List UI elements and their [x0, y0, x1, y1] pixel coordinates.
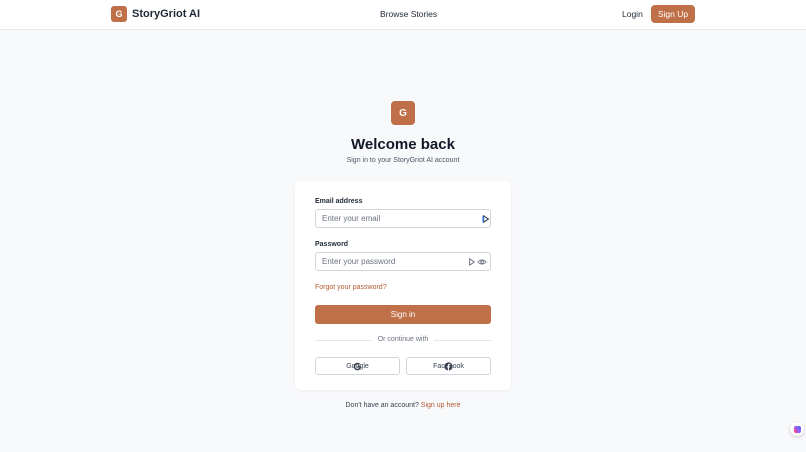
signup-button[interactable]: Sign Up	[651, 5, 695, 23]
facebook-button[interactable]: Facebook	[406, 357, 491, 375]
divider-text: Or continue with	[377, 336, 429, 343]
google-icon	[353, 362, 362, 371]
signin-button[interactable]: Sign in	[315, 305, 491, 324]
facebook-icon	[444, 361, 453, 371]
nav-browse-stories[interactable]: Browse Stories	[380, 9, 437, 19]
forgot-password-link[interactable]: Forgot your password?	[315, 284, 387, 291]
email-field[interactable]: Enter your email	[315, 209, 491, 228]
brand-logo: G	[111, 6, 127, 22]
email-placeholder: Enter your email	[322, 214, 381, 223]
hero-logo: G	[391, 101, 415, 125]
brand[interactable]: G StoryGriot AI	[111, 6, 200, 22]
no-account-text: Don't have an account?	[345, 402, 419, 409]
eye-icon[interactable]	[477, 258, 487, 266]
google-button[interactable]: Google	[315, 357, 400, 375]
password-label: Password	[315, 241, 349, 248]
signup-here-link[interactable]: Sign up here	[421, 402, 461, 409]
password-manager-icon[interactable]	[468, 258, 476, 266]
password-placeholder: Enter your password	[322, 257, 396, 266]
email-label: Email address	[315, 198, 363, 205]
password-manager-icon[interactable]	[482, 215, 490, 223]
page-title: Welcome back	[351, 136, 455, 153]
brand-name: StoryGriot AI	[132, 8, 201, 20]
login-link[interactable]: Login	[622, 9, 643, 19]
top-navbar: G StoryGriot AI Browse Stories Login Sig…	[0, 0, 806, 30]
assistant-widget-icon[interactable]	[790, 422, 804, 436]
password-field[interactable]: Enter your password	[315, 252, 491, 271]
page-subtitle: Sign in to your StoryGriot AI account	[346, 157, 460, 164]
signup-prompt: Don't have an account? Sign up here	[0, 402, 806, 409]
